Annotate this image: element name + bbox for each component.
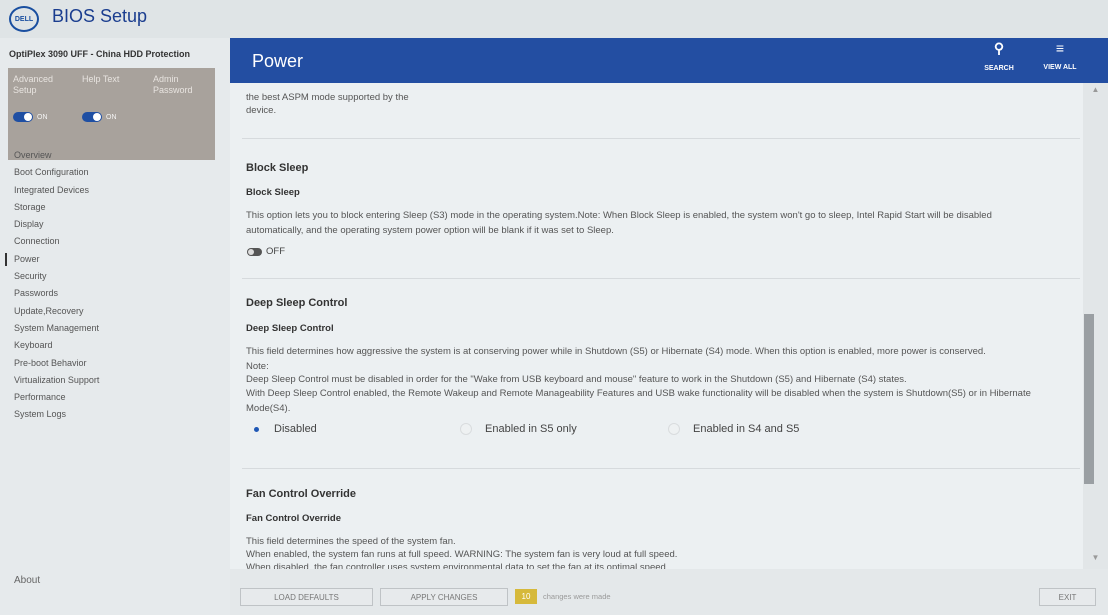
view-all-label: VIEW ALL [1043,64,1077,71]
radio-enabled-s4-s5-label: Enabled in S4 and S5 [693,423,800,435]
settings-content: the best ASPM mode supported by the devi… [230,83,1083,569]
footer-bar: LOAD DEFAULTS APPLY CHANGES 10 changes w… [230,569,1108,615]
aspm-desc-tail-2: device. [246,105,277,116]
changes-count-badge: 10 [515,589,537,604]
fan-control-desc-1: This field determines the speed of the s… [246,536,456,547]
toggle-track [247,247,262,256]
app-title: BIOS Setup [52,6,148,26]
fan-control-desc-3: When disabled, the fan controller uses s… [246,562,669,569]
toggle-track [82,112,102,122]
help-text-label: Help Text [82,74,120,84]
divider [242,278,1080,279]
sidebar-item-security[interactable]: Security [0,268,230,285]
sidebar-item-passwords[interactable]: Passwords [0,285,230,302]
sidebar-nav: Overview Boot Configuration Integrated D… [0,147,230,424]
deep-sleep-desc-5: Mode(S4). [246,403,291,414]
advanced-setup-toggle[interactable]: ON [13,112,48,122]
radio-selected-icon [251,424,261,434]
deep-sleep-title: Deep Sleep Control [246,323,334,334]
about-link[interactable]: About [14,575,40,586]
sidebar-item-system-management[interactable]: System Management [0,320,230,337]
logo-text: DELL [14,15,34,23]
admin-password-label[interactable]: Admin Password [153,74,203,96]
fan-control-title: Fan Control Override [246,513,342,524]
block-sleep-toggle[interactable]: OFF [247,246,285,257]
divider [242,138,1080,139]
sidebar-item-storage[interactable]: Storage [0,199,230,216]
apply-changes-button[interactable]: APPLY CHANGES [380,588,508,606]
fan-control-desc-2: When enabled, the system fan runs at ful… [246,549,678,560]
block-sleep-desc-1: This option lets you to block entering S… [246,210,992,221]
radio-unselected-icon [668,423,680,435]
divider [242,468,1080,469]
page-header: Power ⚲ SEARCH ≡ VIEW ALL [230,38,1108,83]
sidebar-item-performance[interactable]: Performance [0,389,230,406]
load-defaults-button[interactable]: LOAD DEFAULTS [240,588,373,606]
sidebar-item-virtualization-support[interactable]: Virtualization Support [0,372,230,389]
aspm-desc-tail: the best ASPM mode supported by the [246,92,409,103]
filter-icon: ≡ [1055,40,1065,56]
deep-sleep-desc-3: Deep Sleep Control must be disabled in o… [246,374,907,385]
sidebar-item-update-recovery[interactable]: Update,Recovery [0,303,230,320]
advanced-setup-label: Advanced Setup [13,74,54,95]
radio-enabled-s5[interactable]: Enabled in S5 only [460,423,577,435]
deep-sleep-desc-2: Note: [246,361,269,372]
sidebar-item-system-logs[interactable]: System Logs [0,406,230,423]
view-all-button[interactable]: ≡ VIEW ALL [1035,40,1085,71]
block-sleep-section-title: Block Sleep [246,162,309,174]
sidebar-item-integrated-devices[interactable]: Integrated Devices [0,182,230,199]
top-bar: DELL BIOS Setup [0,0,1108,39]
sidebar-item-connection[interactable]: Connection [0,233,230,250]
exit-button[interactable]: EXIT [1039,588,1096,606]
deep-sleep-section-title: Deep Sleep Control [246,297,348,309]
sidebar-item-keyboard[interactable]: Keyboard [0,337,230,354]
sidebar-item-overview[interactable]: Overview [0,147,230,164]
sidebar-item-power[interactable]: Power [0,251,230,268]
model-name: OptiPlex 3090 UFF - China HDD Protection [9,49,191,59]
deep-sleep-desc-4: With Deep Sleep Control enabled, the Rem… [246,388,1031,399]
sidebar-item-pre-boot-behavior[interactable]: Pre-boot Behavior [0,355,230,372]
help-text-toggle[interactable]: ON [82,112,117,122]
radio-unselected-icon [460,423,472,435]
search-label: SEARCH [984,65,1014,72]
help-text-state: ON [106,113,117,121]
radio-disabled[interactable]: Disabled [251,423,317,435]
dell-logo: DELL [9,6,39,32]
fan-control-section-title: Fan Control Override [246,488,357,500]
sidebar-item-boot-configuration[interactable]: Boot Configuration [0,164,230,181]
search-button[interactable]: ⚲ SEARCH [974,40,1024,72]
changes-note: changes were made [543,592,611,601]
advanced-setup-state: ON [37,113,48,121]
search-icon: ⚲ [993,40,1005,56]
radio-enabled-s5-label: Enabled in S5 only [485,423,577,435]
block-sleep-desc-2: automatically, and the operating system … [246,225,614,236]
sidebar-item-display[interactable]: Display [0,216,230,233]
scrollbar-thumb[interactable] [1084,314,1094,484]
block-sleep-title: Block Sleep [246,187,300,198]
radio-disabled-label: Disabled [274,423,317,435]
radio-enabled-s4-s5[interactable]: Enabled in S4 and S5 [668,423,799,435]
page-title: Power [252,51,304,71]
sidebar: OptiPlex 3090 UFF - China HDD Protection… [0,38,230,615]
deep-sleep-desc-1: This field determines how aggressive the… [246,346,986,357]
toggle-track [13,112,33,122]
scroll-up-icon[interactable]: ▲ [1083,85,1108,94]
block-sleep-state: OFF [266,246,285,257]
scroll-down-icon[interactable]: ▼ [1083,553,1108,562]
